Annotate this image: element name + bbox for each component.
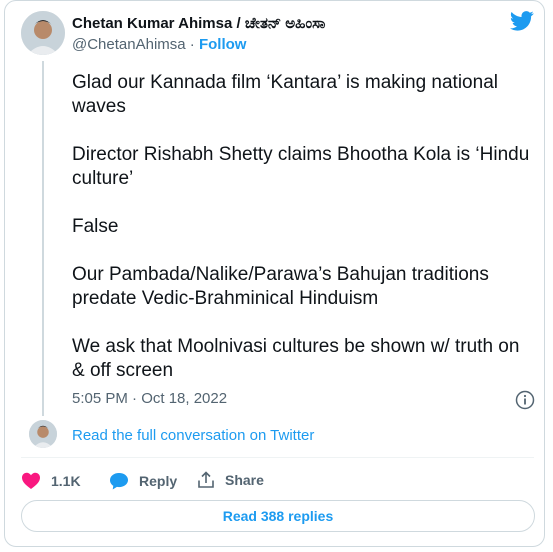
like-action[interactable]: 1.1K bbox=[21, 471, 81, 491]
share-label: Share bbox=[225, 472, 264, 488]
reply-action[interactable]: Reply bbox=[109, 471, 177, 491]
twitter-bird-icon[interactable] bbox=[510, 11, 534, 31]
heart-icon bbox=[22, 472, 40, 489]
info-icon[interactable] bbox=[515, 390, 535, 410]
tweet-paragraph: Director Rishabh Shetty claims Bhootha K… bbox=[72, 144, 530, 189]
share-icon bbox=[198, 471, 214, 488]
read-replies-button[interactable]: Read 388 replies bbox=[21, 500, 535, 532]
author-handle[interactable]: @ChetanAhimsa bbox=[72, 36, 186, 53]
reply-bubble-icon bbox=[110, 473, 128, 490]
thread-line bbox=[42, 61, 44, 416]
handle-separator: · bbox=[189, 36, 195, 53]
tweet-paragraph: We ask that Moolnivasi cultures be shown… bbox=[72, 336, 520, 381]
follow-button[interactable]: Follow bbox=[199, 36, 247, 53]
share-action[interactable]: Share bbox=[197, 471, 264, 489]
tweet-paragraph: Our Pambada/Nalike/Parawa’s Bahujan trad… bbox=[72, 264, 489, 309]
author-avatar[interactable] bbox=[21, 11, 65, 55]
read-conversation-link[interactable]: Read the full conversation on Twitter bbox=[72, 427, 314, 444]
tweet-timestamp[interactable]: 5:05 PM · Oct 18, 2022 bbox=[72, 390, 227, 407]
tweet-text: Glad our Kannada film ‘Kantara’ is makin… bbox=[72, 71, 534, 407]
author-name[interactable]: Chetan Kumar Ahimsa / ಚೇತನ್ ಅಹಿಂಸಾ bbox=[72, 15, 325, 32]
reply-label: Reply bbox=[139, 473, 178, 489]
tweet-paragraph: Glad our Kannada film ‘Kantara’ is makin… bbox=[72, 72, 498, 117]
tweet-embed-card: Chetan Kumar Ahimsa / ಚೇತನ್ ಅಹಿಂಸಾ @Chet… bbox=[4, 0, 545, 547]
tweet-paragraph: False bbox=[72, 216, 119, 237]
author-handle-row: @ChetanAhimsa · Follow bbox=[72, 36, 246, 53]
like-count: 1.1K bbox=[51, 473, 81, 489]
divider bbox=[21, 457, 534, 458]
conversation-avatar[interactable] bbox=[29, 420, 57, 448]
